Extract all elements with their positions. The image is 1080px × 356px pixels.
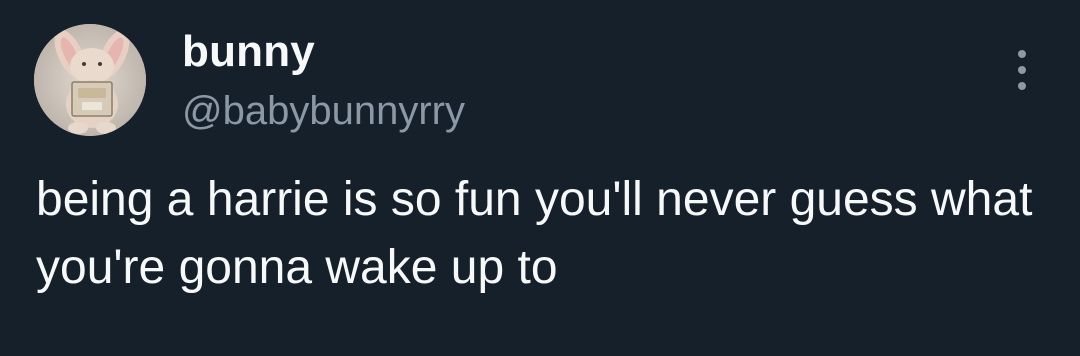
avatar[interactable] bbox=[34, 24, 146, 136]
plush-bunny-avatar-icon bbox=[34, 24, 146, 136]
display-name[interactable]: bunny bbox=[182, 28, 315, 76]
more-options-icon bbox=[1018, 50, 1026, 58]
tweet-text: being a harrie is so fun you'll never gu… bbox=[36, 173, 1046, 294]
tweet-card: bunny @babybunnyrry being a harrie is so… bbox=[0, 0, 1080, 356]
user-handle[interactable]: @babybunnyrry bbox=[182, 88, 465, 134]
more-options-button[interactable] bbox=[1002, 44, 1042, 96]
more-options-icon-dot bbox=[1018, 66, 1026, 74]
more-options-icon-dot bbox=[1018, 82, 1026, 90]
